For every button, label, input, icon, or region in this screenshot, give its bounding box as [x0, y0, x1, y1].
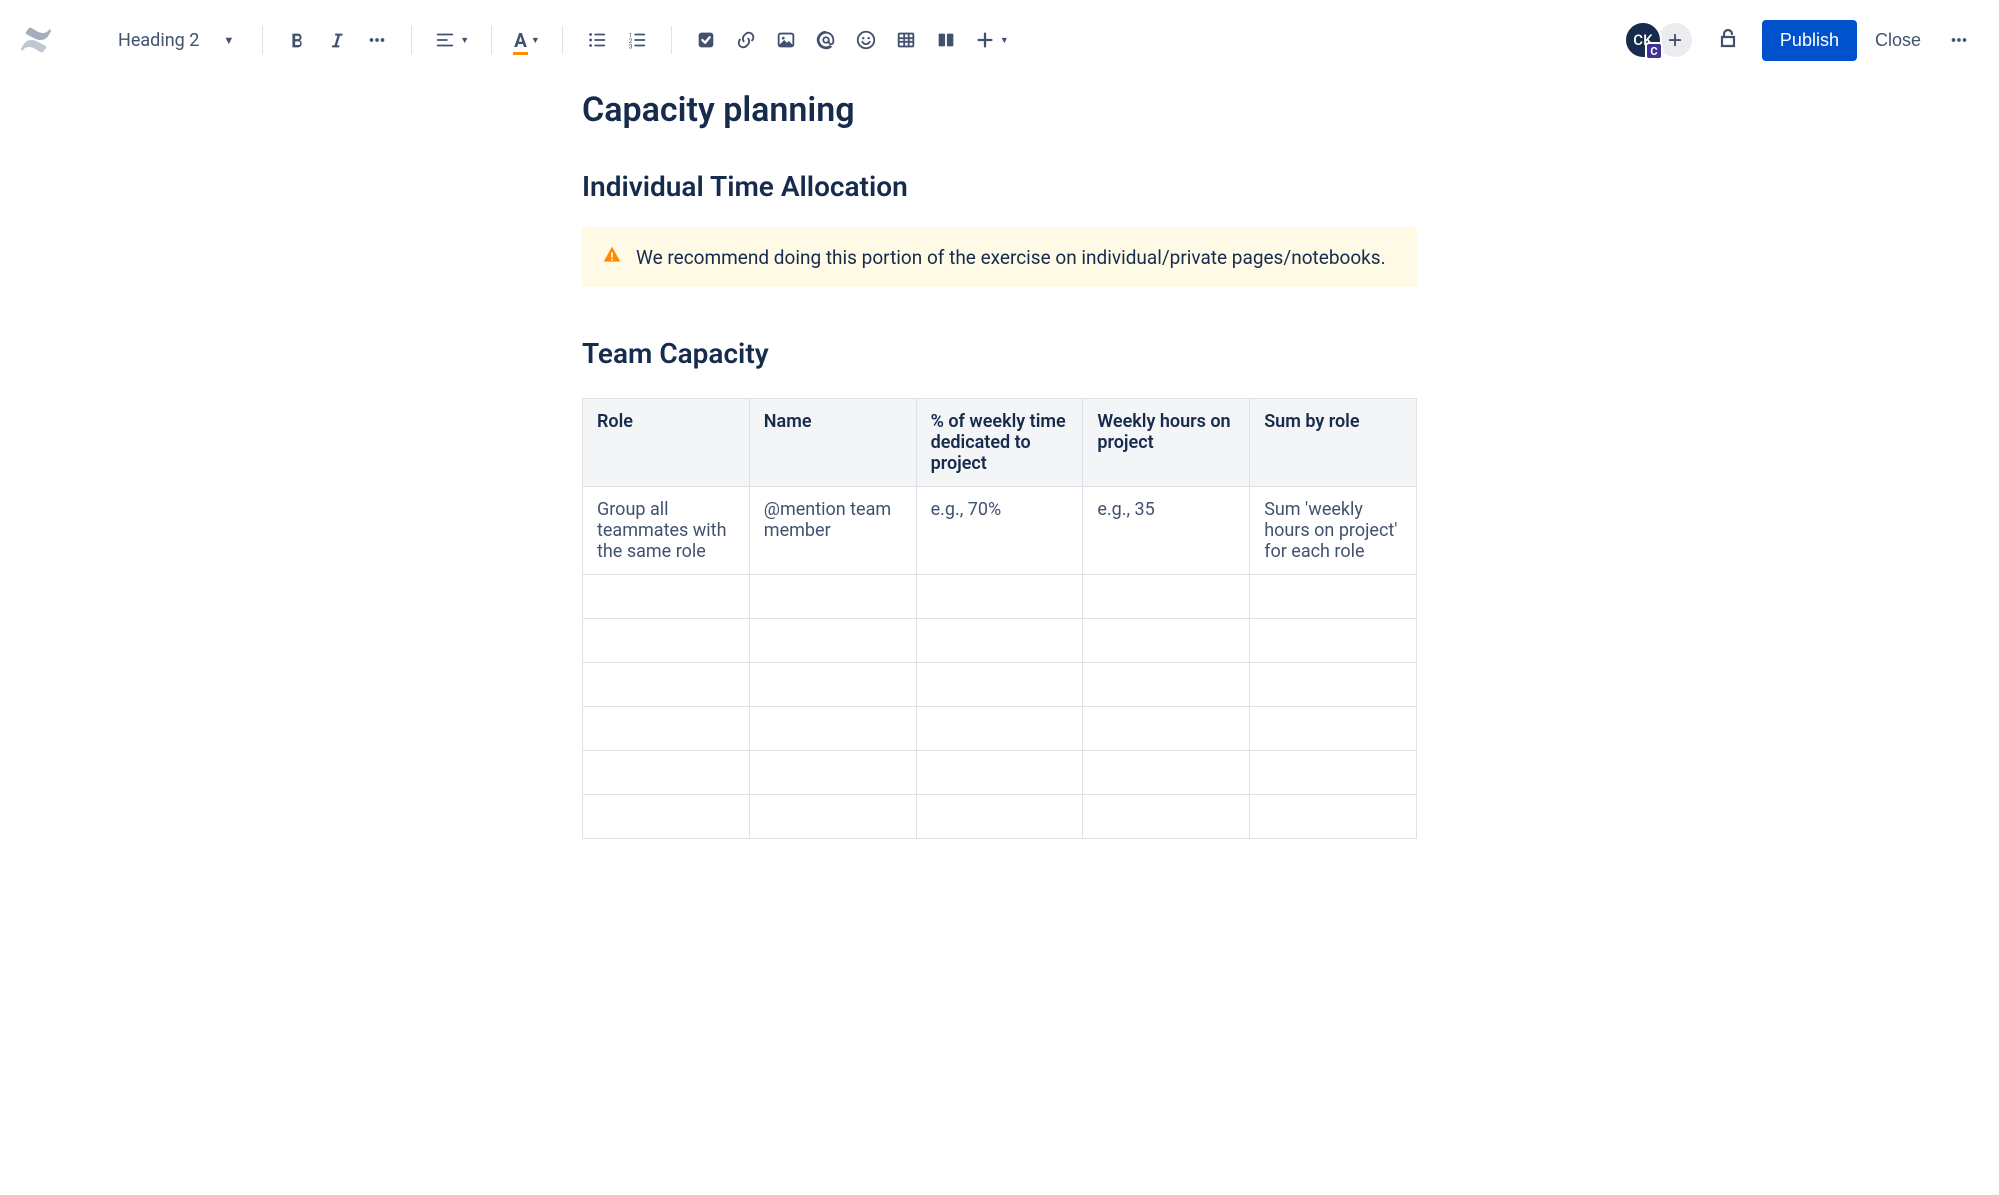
image-button[interactable] — [768, 22, 804, 58]
table-cell[interactable] — [1250, 575, 1417, 619]
table-cell[interactable] — [1250, 707, 1417, 751]
table-cell[interactable] — [1083, 575, 1250, 619]
close-button[interactable]: Close — [1861, 20, 1935, 61]
chevron-down-icon: ▼ — [223, 34, 234, 47]
chevron-down-icon: ▼ — [531, 35, 540, 46]
table-header[interactable]: Role — [583, 399, 750, 487]
publish-button[interactable]: Publish — [1762, 20, 1857, 61]
warning-panel-text[interactable]: We recommend doing this portion of the e… — [636, 246, 1386, 269]
table-cell[interactable] — [916, 663, 1083, 707]
table-header[interactable]: Weekly hours on project — [1083, 399, 1250, 487]
table-cell[interactable] — [916, 795, 1083, 839]
more-actions-button[interactable] — [1939, 20, 1979, 60]
numbered-list-button[interactable]: 123 — [619, 22, 655, 58]
table-cell[interactable]: e.g., 70% — [916, 487, 1083, 575]
collaborator-avatars: CK C — [1624, 21, 1694, 59]
table-row[interactable] — [583, 663, 1417, 707]
table-cell[interactable]: Sum 'weekly hours on project' for each r… — [1250, 487, 1417, 575]
table-cell[interactable] — [749, 751, 916, 795]
table-cell[interactable] — [583, 751, 750, 795]
table-cell[interactable] — [916, 619, 1083, 663]
table-cell[interactable] — [1083, 751, 1250, 795]
bullet-list-button[interactable] — [579, 22, 615, 58]
table-cell[interactable] — [749, 663, 916, 707]
warning-icon — [602, 245, 622, 269]
warning-panel[interactable]: We recommend doing this portion of the e… — [582, 227, 1417, 287]
table-row[interactable] — [583, 707, 1417, 751]
link-button[interactable] — [728, 22, 764, 58]
toolbar-divider — [411, 26, 412, 54]
table-row[interactable]: Group all teammates with the same role@m… — [583, 487, 1417, 575]
svg-text:3: 3 — [629, 42, 633, 50]
table-cell[interactable] — [1083, 707, 1250, 751]
editor-content[interactable]: Capacity planning Individual Time Alloca… — [582, 90, 1417, 899]
avatar-badge: C — [1645, 42, 1663, 60]
table-row[interactable] — [583, 751, 1417, 795]
text-color-icon: A — [514, 29, 527, 52]
table-button[interactable] — [888, 22, 924, 58]
insert-button[interactable]: ▼ — [968, 22, 1015, 58]
toolbar-divider — [491, 26, 492, 54]
action-item-button[interactable] — [688, 22, 724, 58]
page-title[interactable]: Capacity planning — [582, 90, 1417, 130]
chevron-down-icon: ▼ — [460, 35, 469, 46]
confluence-logo — [20, 24, 52, 56]
table-header[interactable]: % of weekly time dedicated to project — [916, 399, 1083, 487]
toolbar-divider — [671, 26, 672, 54]
table-cell[interactable] — [916, 575, 1083, 619]
table-cell[interactable]: e.g., 35 — [1083, 487, 1250, 575]
table-header[interactable]: Sum by role — [1250, 399, 1417, 487]
bold-button[interactable] — [279, 22, 315, 58]
heading-selector-label: Heading 2 — [118, 30, 199, 51]
table-cell[interactable] — [583, 663, 750, 707]
editor-toolbar: Heading 2 ▼ ▼ A ▼ 123 — [0, 0, 1999, 80]
table-cell[interactable] — [1250, 795, 1417, 839]
table-cell[interactable] — [583, 795, 750, 839]
emoji-button[interactable] — [848, 22, 884, 58]
table-cell[interactable] — [583, 575, 750, 619]
table-header-row: Role Name % of weekly time dedicated to … — [583, 399, 1417, 487]
heading-selector[interactable]: Heading 2 ▼ — [106, 24, 246, 57]
heading-team[interactable]: Team Capacity — [582, 337, 1417, 370]
table-row[interactable] — [583, 619, 1417, 663]
table-cell[interactable] — [749, 575, 916, 619]
table-cell[interactable] — [916, 707, 1083, 751]
table-cell[interactable] — [1250, 663, 1417, 707]
table-cell[interactable] — [749, 619, 916, 663]
table-cell[interactable] — [1250, 619, 1417, 663]
text-color-button[interactable]: A ▼ — [508, 22, 546, 58]
layouts-button[interactable] — [928, 22, 964, 58]
table-cell[interactable] — [749, 707, 916, 751]
heading-individual[interactable]: Individual Time Allocation — [582, 170, 1417, 203]
chevron-down-icon: ▼ — [1000, 35, 1009, 46]
table-cell[interactable] — [749, 795, 916, 839]
restrictions-button[interactable] — [1716, 26, 1740, 54]
capacity-table[interactable]: Role Name % of weekly time dedicated to … — [582, 398, 1417, 839]
table-cell[interactable] — [916, 751, 1083, 795]
table-cell[interactable] — [1250, 751, 1417, 795]
more-formatting-button[interactable] — [359, 22, 395, 58]
toolbar-divider — [262, 26, 263, 54]
table-header[interactable]: Name — [749, 399, 916, 487]
table-cell[interactable] — [1083, 795, 1250, 839]
table-cell[interactable] — [1083, 663, 1250, 707]
table-cell[interactable] — [583, 707, 750, 751]
table-cell[interactable] — [1083, 619, 1250, 663]
user-avatar[interactable]: CK C — [1624, 21, 1662, 59]
table-cell[interactable]: Group all teammates with the same role — [583, 487, 750, 575]
table-cell[interactable] — [583, 619, 750, 663]
align-button[interactable]: ▼ — [428, 22, 475, 58]
mention-button[interactable] — [808, 22, 844, 58]
table-row[interactable] — [583, 575, 1417, 619]
toolbar-divider — [562, 26, 563, 54]
table-cell[interactable]: @mention team member — [749, 487, 916, 575]
table-row[interactable] — [583, 795, 1417, 839]
italic-button[interactable] — [319, 22, 355, 58]
